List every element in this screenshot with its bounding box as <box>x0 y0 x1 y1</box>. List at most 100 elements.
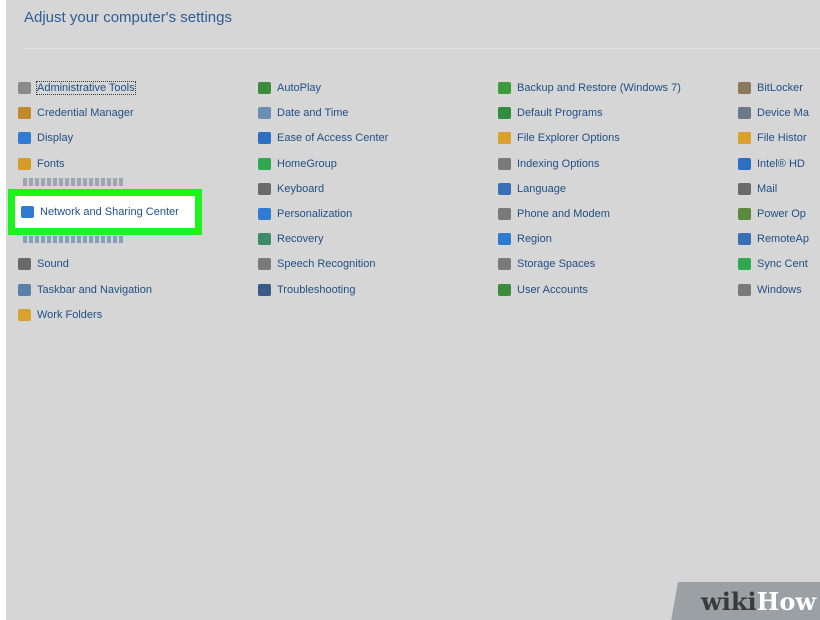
item-label: Storage Spaces <box>517 258 596 271</box>
work-folders-icon <box>18 308 31 321</box>
item-homegroup[interactable]: HomeGroup <box>258 155 337 173</box>
item-recovery[interactable]: Recovery <box>258 230 323 248</box>
item-network-and-sharing-center[interactable]: Network and Sharing Center <box>21 203 179 221</box>
device-manager-icon <box>738 107 751 120</box>
page-title: Adjust your computer's settings <box>24 9 232 26</box>
item-device-ma[interactable]: Device Ma <box>738 104 809 122</box>
item-label: Date and Time <box>277 107 349 120</box>
sound-icon <box>18 258 31 271</box>
control-panel: Adjust your computer's settings Administ… <box>6 0 820 620</box>
item-phone-and-modem[interactable]: Phone and Modem <box>498 205 610 223</box>
ease-access-icon <box>258 132 271 145</box>
item-indexing-options[interactable]: Indexing Options <box>498 155 600 173</box>
item-storage-spaces[interactable]: Storage Spaces <box>498 255 595 273</box>
item-intel-hd[interactable]: Intel® HD <box>738 155 805 173</box>
homegroup-icon <box>258 157 271 170</box>
item-label: Windows <box>757 283 802 296</box>
item-label: HomeGroup <box>277 157 337 170</box>
obscured-item-text <box>23 178 123 186</box>
item-label: Credential Manager <box>37 107 134 120</box>
highlight-box: Network and Sharing Center <box>8 189 202 235</box>
item-label: Mail <box>757 182 778 195</box>
item-label: User Accounts <box>517 283 588 296</box>
credential-manager-icon <box>18 107 31 120</box>
region-icon <box>498 233 511 246</box>
recovery-icon <box>258 233 271 246</box>
obscured-item-text <box>23 236 123 243</box>
microphone-icon <box>258 258 271 271</box>
item-ease-of-access-center[interactable]: Ease of Access Center <box>258 129 388 147</box>
item-taskbar-and-navigation[interactable]: Taskbar and Navigation <box>18 281 152 299</box>
item-keyboard[interactable]: Keyboard <box>258 180 324 198</box>
item-label: Language <box>517 182 566 195</box>
user-accounts-icon <box>498 283 511 296</box>
item-label: Sound <box>37 258 69 271</box>
keyboard-icon <box>258 182 271 195</box>
item-personalization[interactable]: Personalization <box>258 205 352 223</box>
item-language[interactable]: Language <box>498 180 566 198</box>
item-backup-and-restore-windows-7[interactable]: Backup and Restore (Windows 7) <box>498 79 681 97</box>
item-label: Network and Sharing Center <box>40 206 179 218</box>
display-icon <box>18 132 31 145</box>
item-label: Backup and Restore (Windows 7) <box>517 82 681 94</box>
item-sync-cent[interactable]: Sync Cent <box>738 255 808 273</box>
item-user-accounts[interactable]: User Accounts <box>498 281 588 299</box>
item-troubleshooting[interactable]: Troubleshooting <box>258 281 355 299</box>
item-label: Speech Recognition <box>277 258 376 271</box>
phone-modem-icon <box>498 208 511 220</box>
network-icon <box>21 206 34 218</box>
mail-icon <box>738 182 751 195</box>
item-remoteap[interactable]: RemoteAp <box>738 230 809 248</box>
watermark-part1: wiki <box>701 586 757 616</box>
item-display[interactable]: Display <box>18 129 73 147</box>
watermark-part2: How <box>756 586 816 616</box>
item-label: Display <box>37 132 74 145</box>
item-work-folders[interactable]: Work Folders <box>18 306 102 324</box>
item-mail[interactable]: Mail <box>738 180 777 198</box>
file-history-icon <box>738 132 751 145</box>
admin-tools-icon <box>18 82 31 94</box>
windows-icon <box>738 283 751 296</box>
item-label: Personalization <box>277 208 353 220</box>
backup-restore-icon <box>498 82 511 94</box>
item-label: Default Programs <box>517 107 603 120</box>
wikihow-watermark: wiki How <box>636 582 820 620</box>
item-administrative-tools[interactable]: Administrative Tools <box>18 79 136 97</box>
item-date-and-time[interactable]: Date and Time <box>258 104 349 122</box>
date-time-icon <box>258 107 271 120</box>
item-file-explorer-options[interactable]: File Explorer Options <box>498 129 620 147</box>
item-label: Power Op <box>757 208 806 220</box>
item-label: Ease of Access Center <box>277 132 389 145</box>
troubleshooting-icon <box>258 283 271 296</box>
bitlocker-icon <box>738 82 751 94</box>
item-label: File Histor <box>757 132 807 145</box>
item-autoplay[interactable]: AutoPlay <box>258 79 321 97</box>
item-bitlocker[interactable]: BitLocker <box>738 79 803 97</box>
item-windows[interactable]: Windows <box>738 281 802 299</box>
remoteapp-icon <box>738 233 751 246</box>
item-label: Region <box>517 233 552 246</box>
folder-options-icon <box>498 132 511 145</box>
item-label: Recovery <box>277 233 324 246</box>
item-label: Taskbar and Navigation <box>37 283 152 296</box>
item-label: Indexing Options <box>517 157 600 170</box>
fonts-icon <box>18 157 31 170</box>
item-sound[interactable]: Sound <box>18 255 69 273</box>
item-credential-manager[interactable]: Credential Manager <box>18 104 134 122</box>
item-label: Device Ma <box>757 107 809 120</box>
item-label: Work Folders <box>37 308 103 321</box>
divider <box>24 48 820 49</box>
power-options-icon <box>738 208 751 220</box>
item-file-histor[interactable]: File Histor <box>738 129 807 147</box>
item-label: RemoteAp <box>757 233 809 246</box>
item-label: Intel® HD <box>757 157 805 170</box>
item-label: AutoPlay <box>277 82 322 94</box>
item-label: Phone and Modem <box>517 208 610 220</box>
autoplay-icon <box>258 82 271 94</box>
item-power-op[interactable]: Power Op <box>738 205 806 223</box>
item-default-programs[interactable]: Default Programs <box>498 104 603 122</box>
item-region[interactable]: Region <box>498 230 552 248</box>
item-fonts[interactable]: Fonts <box>18 155 65 173</box>
item-label: Administrative Tools <box>36 81 136 95</box>
item-speech-recognition[interactable]: Speech Recognition <box>258 255 375 273</box>
